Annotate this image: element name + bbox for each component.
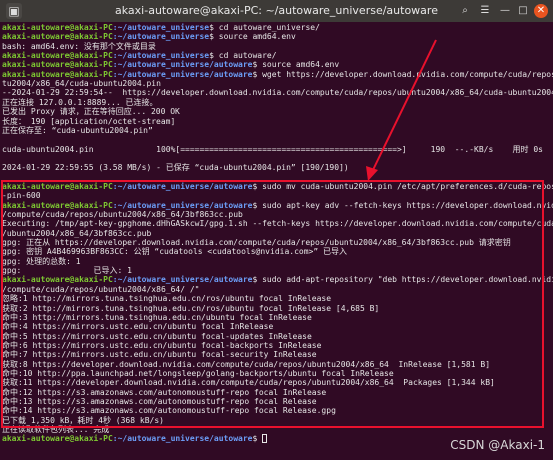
search-icon[interactable]: ⌕	[458, 4, 472, 18]
prompt-user: akaxi-autoware@akaxi-PC	[2, 60, 113, 70]
command-text: cd autoware_universe/	[213, 23, 320, 32]
prompt-user: akaxi-autoware@akaxi-PC	[2, 69, 113, 79]
command-text: wget https://developer.download.nvidia.c…	[262, 69, 553, 79]
close-button[interactable]: ✕	[534, 4, 548, 18]
command-text: source amd64.env	[213, 32, 296, 42]
output-line: 2024-01-29 22:59:55 (3.58 MB/s) - 已保存 “c…	[2, 163, 349, 173]
output-line: 正在保存至: “cuda-ubuntu2004.pin”	[2, 125, 153, 135]
terminal-menu-icon[interactable]: ▣	[6, 3, 22, 19]
prompt-path: :~/autoware_universe/autoware	[112, 434, 253, 444]
prompt-path: :~/autoware_universe	[112, 51, 210, 61]
terminal-cursor	[262, 434, 268, 444]
prompt-path: :~/autoware_universe	[112, 32, 210, 42]
prompt-path: :~/autoware_universe/autoware	[112, 60, 253, 70]
highlight-box	[1, 180, 544, 428]
prompt-path: :~/autoware_universe	[112, 23, 210, 32]
window-title: akaxi-autoware@akaxi-PC: ~/autoware_univ…	[115, 4, 438, 17]
prompt-path: :~/autoware_universe/autoware	[112, 69, 253, 79]
watermark: CSDN @Akaxi-1	[450, 438, 545, 452]
command-text: source amd64.env	[257, 60, 340, 70]
prompt-user: akaxi-autoware@akaxi-PC	[2, 51, 113, 61]
prompt-user: akaxi-autoware@akaxi-PC	[2, 434, 113, 444]
hamburger-menu-icon[interactable]: ☰	[478, 4, 492, 18]
window-titlebar: ▣ akaxi-autoware@akaxi-PC: ~/autoware_un…	[0, 0, 553, 22]
output-line: cuda-ubuntu2004.pin 100%[===============…	[2, 144, 543, 154]
command-text: cd autoware/	[213, 51, 277, 61]
maximize-button[interactable]: □	[516, 4, 530, 18]
minimize-button[interactable]: —	[498, 4, 512, 18]
command-line: akaxi-autoware@akaxi-PC:~/autoware_unive…	[2, 434, 268, 444]
prompt-user: akaxi-autoware@akaxi-PC	[2, 23, 113, 32]
prompt-user: akaxi-autoware@akaxi-PC	[2, 32, 113, 42]
